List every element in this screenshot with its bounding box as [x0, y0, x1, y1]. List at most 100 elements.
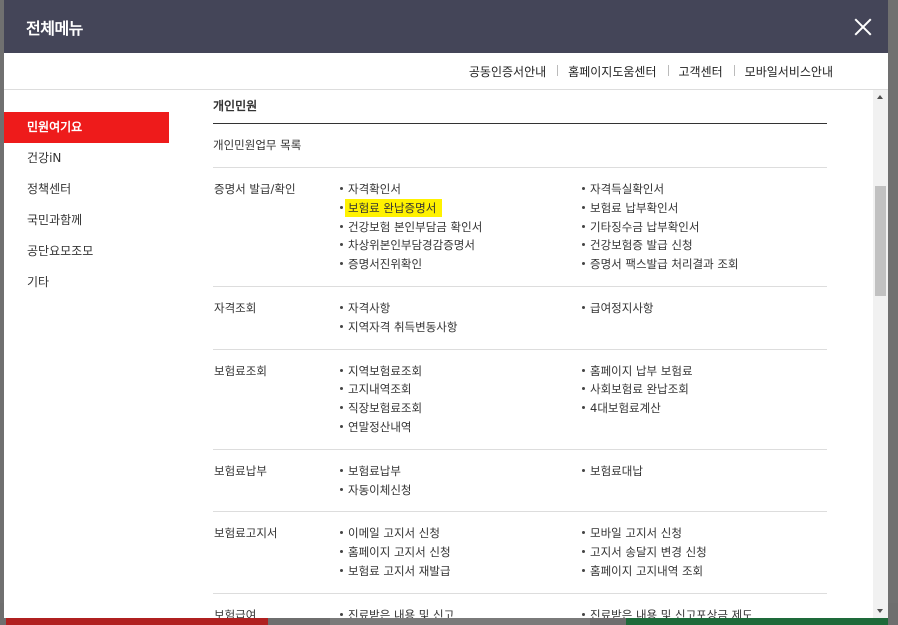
- bullet-icon: [582, 243, 585, 247]
- menu-link[interactable]: 고지서 송달지 변경 신청: [582, 543, 827, 562]
- menu-section: 보험료조회 지역보험료조회 고지내역조회 직장보험료조회 연말정산내역 홈페이지 납부 보…: [213, 350, 827, 450]
- menu-link[interactable]: 보험료납부: [340, 462, 582, 481]
- utility-links-bar: 공동인증서안내 홈페이지도움센터 고객센터 모바일서비스안내: [4, 53, 888, 90]
- modal-title: 전체메뉴: [26, 18, 83, 38]
- bullet-icon: [582, 531, 585, 535]
- sidebar-item-about-corp[interactable]: 공단요모조모: [4, 236, 169, 267]
- sidebar-item-with-citizens[interactable]: 국민과함께: [4, 205, 169, 236]
- menu-section-label: 보험료납부: [214, 463, 267, 478]
- menu-column-right: 홈페이지 납부 보험료 사회보험료 완납조회 4대보험료계산: [582, 362, 827, 437]
- menu-link[interactable]: 보험료대납: [582, 462, 827, 481]
- menu-link[interactable]: 차상위본인부담경감증명서: [340, 236, 582, 255]
- menu-link[interactable]: 지역보험료조회: [340, 362, 582, 381]
- menu-link[interactable]: 홈페이지 고지서 신청: [340, 543, 582, 562]
- category-sidebar: 민원여기요 건강iN 정책센터 국민과함께 공단요모조모 기타: [4, 112, 169, 298]
- menu-link[interactable]: 보험료 완납증명서: [340, 198, 582, 218]
- menu-link[interactable]: 고지내역조회: [340, 380, 582, 399]
- menu-link[interactable]: 지역자격 취득변동사항: [340, 318, 582, 337]
- menu-link[interactable]: 자격사항: [340, 299, 582, 318]
- bullet-icon: [340, 406, 343, 410]
- menu-link[interactable]: 자격득실확인서: [582, 180, 827, 199]
- menu-content: 개인민원 개인민원업무 목록 증명서 발급/확인 자격확인서 보험료 완납증명서 건강…: [213, 90, 827, 618]
- bullet-icon: [582, 305, 585, 309]
- bullet-icon: [340, 368, 343, 372]
- link-customer-center[interactable]: 고객센터: [667, 63, 734, 80]
- menu-link-label: 자격사항: [348, 300, 391, 315]
- scrollbar-thumb[interactable]: [875, 186, 886, 296]
- menu-column-right: 급여정지사항: [582, 299, 827, 337]
- menu-link[interactable]: 연말정산내역: [340, 418, 582, 437]
- bullet-icon: [340, 531, 343, 535]
- bullet-icon: [340, 612, 343, 616]
- menu-column-left: 자격확인서 보험료 완납증명서 건강보험 본인부담금 확인서 차상위본인부담경감증명서…: [340, 180, 582, 274]
- menu-link[interactable]: 보험료 납부확인서: [582, 199, 827, 218]
- scroll-down-arrow-icon[interactable]: [873, 603, 888, 618]
- bullet-icon: [340, 243, 343, 247]
- menu-column-right: 모바일 고지서 신청고지서 송달지 변경 신청 홈페이지 고지내역 조회: [582, 524, 827, 580]
- bullet-icon: [340, 205, 343, 209]
- menu-section-label: 자격조회: [214, 300, 257, 315]
- menu-section: 보험급여 진료받은 내용 및 신고 진료받은 내용 및 신고포상금 제도: [213, 594, 827, 618]
- bullet-icon: [340, 468, 343, 472]
- bullet-icon: [582, 568, 585, 572]
- menu-link-label: 모바일 고지서 신청: [590, 526, 682, 541]
- menu-link[interactable]: 보험료 고지서 재발급: [340, 562, 582, 581]
- link-mobile-service[interactable]: 모바일서비스안내: [733, 63, 844, 80]
- menu-link-label: 4대보험료계산: [590, 401, 661, 416]
- menu-link[interactable]: 기타징수금 납부확인서: [582, 218, 827, 237]
- menu-link-label: 자동이체신청: [348, 482, 412, 497]
- menu-link-label: 홈페이지 고지내역 조회: [590, 563, 704, 578]
- menu-column-left: 보험료납부 자동이체신청: [340, 462, 582, 500]
- link-certificate-guide[interactable]: 공동인증서안내: [458, 63, 557, 80]
- sidebar-item-etc[interactable]: 기타: [4, 267, 169, 298]
- menu-link-label: 증명서 팩스발급 처리결과 조회: [590, 257, 739, 272]
- menu-link-label: 급여정지사항: [590, 300, 654, 315]
- bullet-icon: [340, 550, 343, 554]
- menu-link[interactable]: 자동이체신청: [340, 481, 582, 500]
- scroll-up-arrow-icon[interactable]: [873, 90, 888, 105]
- menu-column-left: 지역보험료조회 고지내역조회직장보험료조회연말정산내역: [340, 362, 582, 437]
- menu-link[interactable]: 진료받은 내용 및 신고: [340, 606, 582, 618]
- menu-link[interactable]: 직장보험료조회: [340, 399, 582, 418]
- bullet-icon: [582, 612, 585, 616]
- close-icon[interactable]: [852, 16, 874, 38]
- menu-link-label: 기타징수금 납부확인서: [590, 219, 700, 234]
- menu-section-label: 보험료조회: [214, 363, 267, 378]
- menu-link-label: 건강보험증 발급 신청: [590, 238, 693, 253]
- bullet-icon: [582, 406, 585, 410]
- menu-link[interactable]: 홈페이지 고지내역 조회: [582, 562, 827, 581]
- menu-link-label: 차상위본인부담경감증명서: [348, 238, 475, 253]
- menu-link[interactable]: 홈페이지 납부 보험료: [582, 362, 827, 381]
- menu-sections: 증명서 발급/확인 자격확인서 보험료 완납증명서 건강보험 본인부담금 확인서 차상위…: [213, 168, 827, 618]
- menu-link-label: 진료받은 내용 및 신고: [348, 607, 455, 618]
- menu-link[interactable]: 진료받은 내용 및 신고포상금 제도: [582, 606, 827, 618]
- section-subheading[interactable]: 개인민원업무 목록: [213, 124, 827, 168]
- menu-column-left: 자격사항지역자격 취득변동사항: [340, 299, 582, 337]
- menu-link[interactable]: 건강보험증 발급 신청: [582, 236, 827, 255]
- scrollbar[interactable]: [873, 90, 888, 618]
- section-heading: 개인민원: [213, 90, 827, 124]
- menu-link[interactable]: 증명서진위확인: [340, 255, 582, 274]
- menu-link[interactable]: 자격확인서: [340, 180, 582, 199]
- menu-link-label: 진료받은 내용 및 신고포상금 제도: [590, 607, 753, 618]
- menu-link[interactable]: 급여정지사항: [582, 299, 827, 318]
- bullet-icon: [582, 224, 585, 228]
- sidebar-item-health-in[interactable]: 건강iN: [4, 143, 169, 174]
- menu-column-right: 자격득실확인서 보험료 납부확인서 기타징수금 납부확인서건강보험증 발급 신청증명…: [582, 180, 827, 274]
- menu-link[interactable]: 증명서 팩스발급 처리결과 조회: [582, 255, 827, 274]
- link-help-center[interactable]: 홈페이지도움센터: [557, 63, 667, 80]
- sidebar-item-civil-service[interactable]: 민원여기요: [4, 112, 169, 143]
- modal-body: 민원여기요 건강iN 정책센터 국민과함께 공단요모조모 기타 개인민원 개인민…: [4, 90, 888, 618]
- modal-header: 전체메뉴: [4, 0, 888, 53]
- sidebar-item-policy-center[interactable]: 정책센터: [4, 174, 169, 205]
- menu-link[interactable]: 이메일 고지서 신청: [340, 524, 582, 543]
- bullet-icon: [340, 262, 343, 266]
- menu-link[interactable]: 4대보험료계산: [582, 399, 827, 418]
- bullet-icon: [582, 387, 585, 391]
- menu-link[interactable]: 건강보험 본인부담금 확인서: [340, 218, 582, 237]
- bullet-icon: [582, 468, 585, 472]
- menu-link-label: 직장보험료조회: [348, 401, 423, 416]
- bullet-icon: [340, 424, 343, 428]
- menu-link[interactable]: 사회보험료 완납조회: [582, 380, 827, 399]
- menu-link[interactable]: 모바일 고지서 신청: [582, 524, 827, 543]
